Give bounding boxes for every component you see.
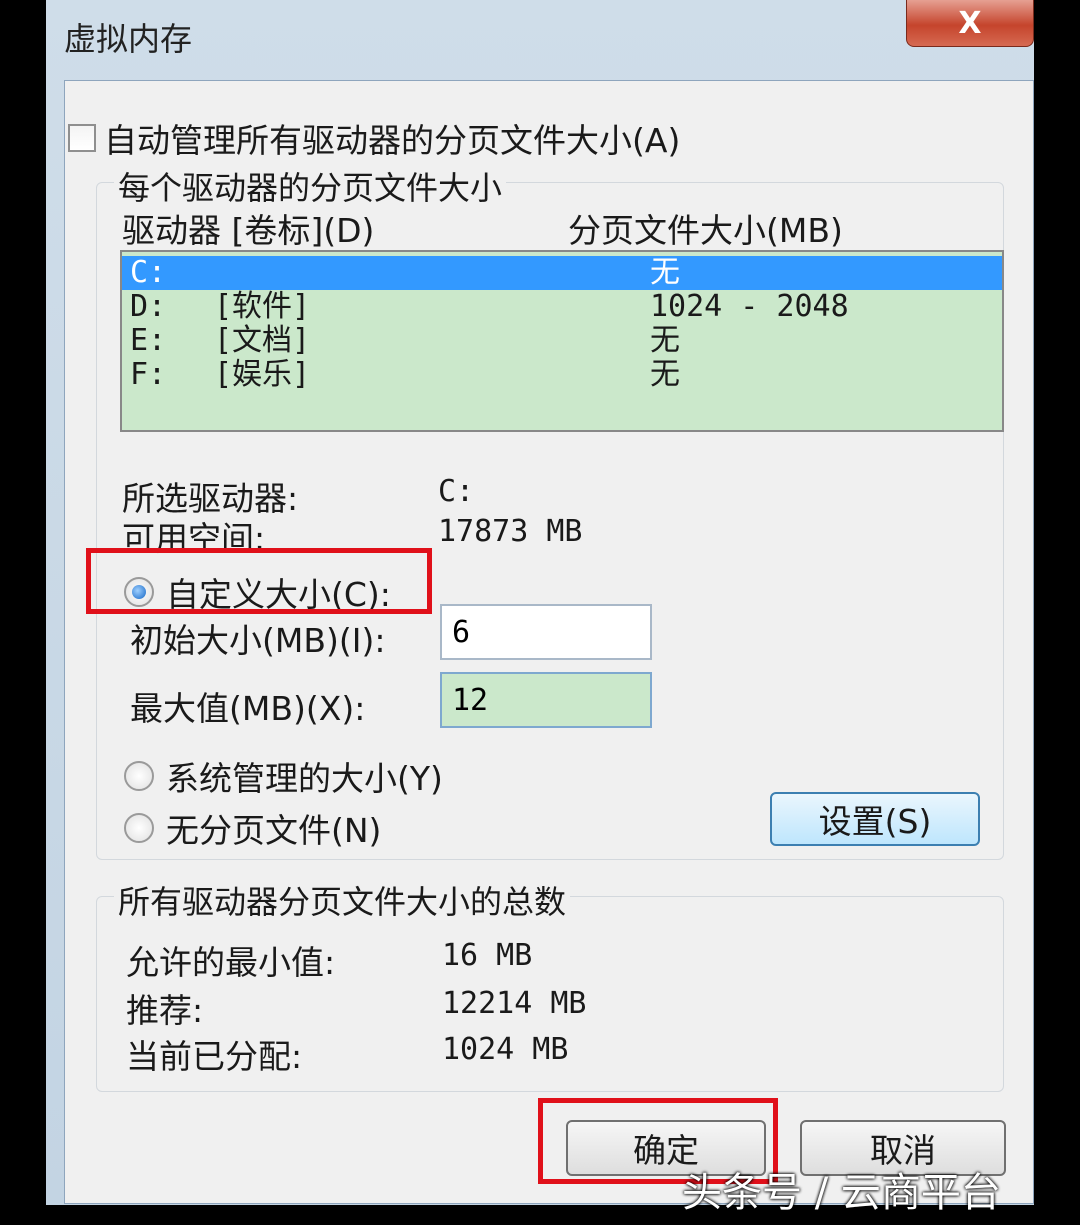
watermark-text: 头条号 / 云商平台 — [682, 1170, 1001, 1216]
drive-letter: F: — [130, 357, 167, 392]
size-column-header: 分页文件大小(MB) — [568, 211, 843, 250]
recommended-label: 推荐: — [126, 991, 204, 1030]
system-managed-option[interactable]: 系统管理的大小(Y) — [124, 752, 443, 800]
drive-letter: C: — [130, 255, 167, 290]
set-button[interactable]: 设置(S) — [770, 792, 980, 846]
drive-letter: D: — [130, 289, 167, 324]
drive-row-f[interactable]: F: [娱乐] 无 — [122, 358, 1002, 392]
auto-manage-label: 自动管理所有驱动器的分页文件大小(A) — [104, 121, 681, 160]
drive-list[interactable]: C: 无 D: [软件] 1024 - 2048 E: [文档] 无 F: [娱… — [120, 250, 1004, 432]
drive-volume-label: [软件] — [214, 289, 311, 324]
drive-paging-size: 无 — [650, 323, 680, 358]
drive-paging-size: 1024 - 2048 — [650, 289, 849, 324]
drive-column-header: 驱动器 [卷标](D) — [122, 211, 375, 250]
close-icon: X — [958, 5, 982, 41]
system-managed-radio[interactable] — [124, 761, 154, 791]
dialog-title: 虚拟内存 — [64, 20, 193, 58]
highlight-box-custom-size — [86, 548, 432, 614]
min-allowed-value: 16 MB — [442, 938, 533, 973]
no-paging-option[interactable]: 无分页文件(N) — [124, 804, 381, 852]
drive-paging-size: 无 — [650, 255, 680, 290]
no-paging-radio[interactable] — [124, 813, 154, 843]
drive-row-d[interactable]: D: [软件] 1024 - 2048 — [122, 290, 1002, 324]
per-drive-legend: 每个驱动器的分页文件大小 — [114, 163, 507, 209]
totals-legend: 所有驱动器分页文件大小的总数 — [114, 877, 571, 923]
currently-allocated-label: 当前已分配: — [126, 1037, 303, 1076]
initial-size-input[interactable] — [440, 604, 652, 660]
drive-paging-size: 无 — [650, 357, 680, 392]
drive-row-c[interactable]: C: 无 — [122, 256, 1002, 290]
recommended-value: 12214 MB — [442, 986, 587, 1021]
max-size-label: 最大值(MB)(X): — [130, 689, 366, 728]
auto-manage-row[interactable]: 自动管理所有驱动器的分页文件大小(A) — [68, 114, 680, 162]
currently-allocated-value: 1024 MB — [442, 1032, 569, 1067]
max-size-input[interactable] — [440, 672, 652, 728]
system-managed-label: 系统管理的大小(Y) — [166, 759, 443, 798]
drive-row-e[interactable]: E: [文档] 无 — [122, 324, 1002, 358]
initial-size-label: 初始大小(MB)(I): — [130, 621, 386, 660]
close-button[interactable]: X — [906, 0, 1034, 47]
no-paging-label: 无分页文件(N) — [166, 811, 382, 850]
free-space-value: 17873 MB — [438, 514, 583, 549]
drive-letter: E: — [130, 323, 167, 358]
drive-volume-label: [娱乐] — [214, 357, 311, 392]
min-allowed-label: 允许的最小值: — [126, 943, 336, 982]
selected-drive-value: C: — [438, 474, 475, 509]
auto-manage-checkbox[interactable] — [68, 124, 96, 152]
drive-volume-label: [文档] — [214, 323, 311, 358]
